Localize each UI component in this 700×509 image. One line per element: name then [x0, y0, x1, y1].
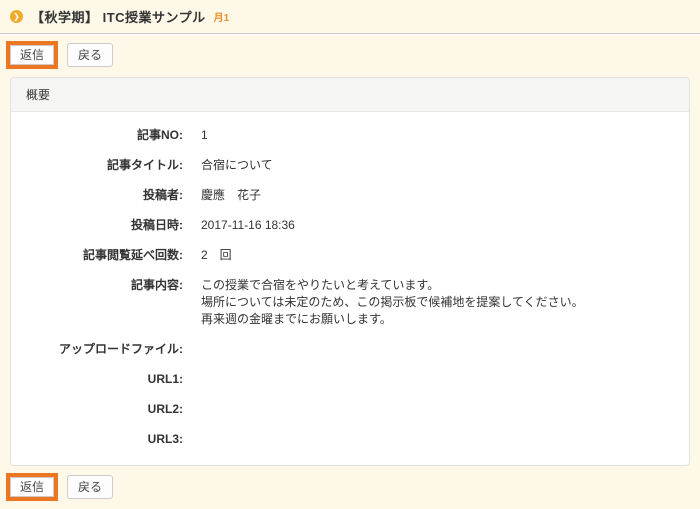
field-label: URL3: — [27, 431, 183, 448]
field-value: 合宿について — [183, 157, 273, 174]
field-value: 2017-11-16 18:36 — [183, 217, 295, 234]
field-value — [183, 431, 201, 448]
field-row: URL2: — [27, 401, 673, 418]
field-label: 投稿日時: — [27, 217, 183, 234]
field-row: 投稿者:慶應 花子 — [27, 187, 673, 204]
summary-panel: 概要 記事NO:1記事タイトル:合宿について投稿者:慶應 花子投稿日時:2017… — [10, 77, 690, 466]
field-row: 記事内容:この授業で合宿をやりたいと考えています。 場所については未定のため、こ… — [27, 277, 673, 328]
field-label: 投稿者: — [27, 187, 183, 204]
field-label: 記事閲覧延べ回数: — [27, 247, 183, 264]
field-value — [183, 401, 201, 418]
field-label: 記事内容: — [27, 277, 183, 328]
field-row: 投稿日時:2017-11-16 18:36 — [27, 217, 673, 234]
field-row: 記事NO:1 — [27, 127, 673, 144]
reply-button[interactable]: 返信 — [10, 45, 54, 65]
field-row: URL1: — [27, 371, 673, 388]
back-button[interactable]: 戻る — [67, 475, 113, 499]
reply-button-highlight: 返信 — [6, 473, 58, 501]
panel-body: 記事NO:1記事タイトル:合宿について投稿者:慶應 花子投稿日時:2017-11… — [11, 112, 689, 465]
field-label: URL1: — [27, 371, 183, 388]
chevron-right-icon: ❯ — [10, 10, 23, 23]
panel-title: 概要 — [11, 78, 689, 112]
toolbar-bottom: 返信 戻る — [0, 466, 700, 506]
field-row: URL3: — [27, 431, 673, 448]
field-value: 2 回 — [183, 247, 232, 264]
page-title: 【秋学期】 ITC授業サンプル — [31, 7, 206, 26]
page-header: ❯ 【秋学期】 ITC授業サンプル 月1 — [0, 0, 700, 34]
field-row: 記事タイトル:合宿について — [27, 157, 673, 174]
field-row: 記事閲覧延べ回数:2 回 — [27, 247, 673, 264]
field-label: アップロードファイル: — [27, 341, 183, 358]
field-row: アップロードファイル: — [27, 341, 673, 358]
toolbar-top: 返信 戻る — [0, 34, 700, 74]
reply-button-highlight: 返信 — [6, 41, 58, 69]
field-value — [183, 341, 201, 358]
reply-button[interactable]: 返信 — [10, 477, 54, 497]
field-label: 記事タイトル: — [27, 157, 183, 174]
field-value — [183, 371, 201, 388]
field-value: 1 — [183, 127, 208, 144]
field-value: この授業で合宿をやりたいと考えています。 場所については未定のため、この掲示板で… — [183, 277, 584, 328]
back-button[interactable]: 戻る — [67, 43, 113, 67]
field-value: 慶應 花子 — [183, 187, 261, 204]
field-label: URL2: — [27, 401, 183, 418]
period-tag: 月1 — [214, 9, 230, 24]
field-label: 記事NO: — [27, 127, 183, 144]
